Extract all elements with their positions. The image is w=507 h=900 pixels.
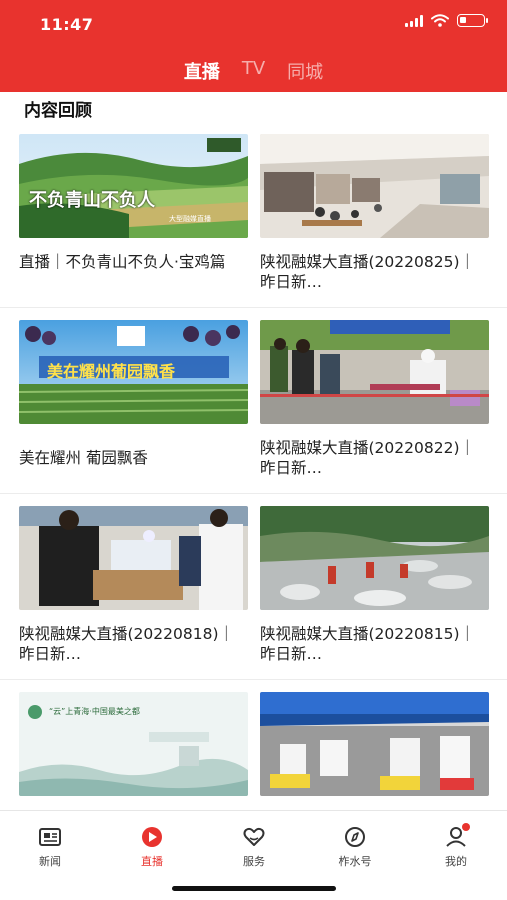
grid-row: 不负青山不负人 大型融媒直播 直播｜不负青山不负人·宝鸡篇 陕视融媒大直播(20… [0,122,507,308]
video-title[interactable]: 美在耀州 葡园飘香 [19,448,248,488]
nav-profile[interactable]: 我的 [426,823,486,869]
section-title: 内容回顾 [24,101,92,121]
thumbnail-overlay-text: “云”上青海·中国最美之都 [49,707,140,716]
video-card[interactable]: 陕视融媒大直播(20220822)｜昨日新… [260,320,489,478]
grid-row: 陕视融媒大直播(20220818)｜ 昨日新… 陕视融媒大直播(20220815… [0,494,507,680]
video-thumbnail[interactable] [260,692,489,796]
video-card[interactable]: 不负青山不负人 大型融媒直播 直播｜不负青山不负人·宝鸡篇 [19,134,248,292]
nav-news[interactable]: 新闻 [20,825,80,869]
nav-label: 我的 [445,855,467,868]
thumbnail-overlay-text: 美在耀州葡园飘香 [47,362,176,381]
nav-label: 柞水号 [338,855,372,868]
video-card[interactable]: 陕视融媒大直播(20220825)｜昨日新… [260,134,489,292]
wifi-icon [431,14,449,27]
service-icon [243,827,265,846]
status-icons [405,14,488,27]
video-card[interactable]: 美在耀州葡园飘香 美在耀州 葡园飘香 [19,320,248,488]
nav-label: 服务 [243,855,265,868]
video-thumbnail[interactable]: 美在耀州葡园飘香 [19,320,248,424]
video-thumbnail[interactable] [260,320,489,424]
video-thumbnail[interactable] [19,506,248,610]
top-header: 11:47 直播 TV 同城 [0,0,507,95]
news-icon [39,828,61,846]
thumbnail-caption: 大型融媒直播 [169,215,211,223]
notification-badge [462,823,470,831]
video-title[interactable]: 陕视融媒大直播(20220825)｜昨日新… [260,252,489,292]
video-card[interactable]: 陕视融媒大直播(20220818)｜ 昨日新… [19,506,248,664]
video-title[interactable]: 直播｜不负青山不负人·宝鸡篇 [19,252,248,292]
nav-zhashui[interactable]: 柞水号 [325,825,385,869]
status-time: 11:47 [40,15,94,34]
video-thumbnail[interactable]: “云”上青海·中国最美之都 [19,692,248,796]
nav-label: 新闻 [39,855,61,868]
video-title[interactable]: 陕视融媒大直播(20220822)｜昨日新… [260,438,489,478]
video-title[interactable]: 陕视融媒大直播(20220815)｜ 昨日新… [260,624,489,664]
tab-local[interactable]: 同城 [287,58,323,92]
header-tabs: 直播 TV 同城 [0,58,507,95]
video-thumbnail[interactable]: 不负青山不负人 大型融媒直播 [19,134,248,238]
grid-row: 美在耀州葡园飘香 美在耀州 葡园飘香 陕视融媒大直播(20220822)｜昨日新… [0,308,507,494]
nav-label: 直播 [141,855,163,868]
video-title[interactable]: 陕视融媒大直播(20220818)｜ 昨日新… [19,624,248,664]
home-indicator [172,886,336,891]
battery-icon [457,14,488,27]
nav-service[interactable]: 服务 [224,825,284,869]
play-icon [142,827,162,847]
video-thumbnail[interactable] [260,506,489,610]
nav-live[interactable]: 直播 [122,825,182,869]
video-card[interactable]: 陕视融媒大直播(20220815)｜ 昨日新… [260,506,489,664]
video-thumbnail[interactable] [260,134,489,238]
tab-tv[interactable]: TV [242,58,265,92]
signal-icon [405,14,423,27]
content-grid: 不负青山不负人 大型融媒直播 直播｜不负青山不负人·宝鸡篇 陕视融媒大直播(20… [0,122,507,866]
compass-icon [345,827,365,847]
tab-live[interactable]: 直播 [180,58,223,95]
thumbnail-overlay-text: 不负青山不负人 [29,190,155,211]
